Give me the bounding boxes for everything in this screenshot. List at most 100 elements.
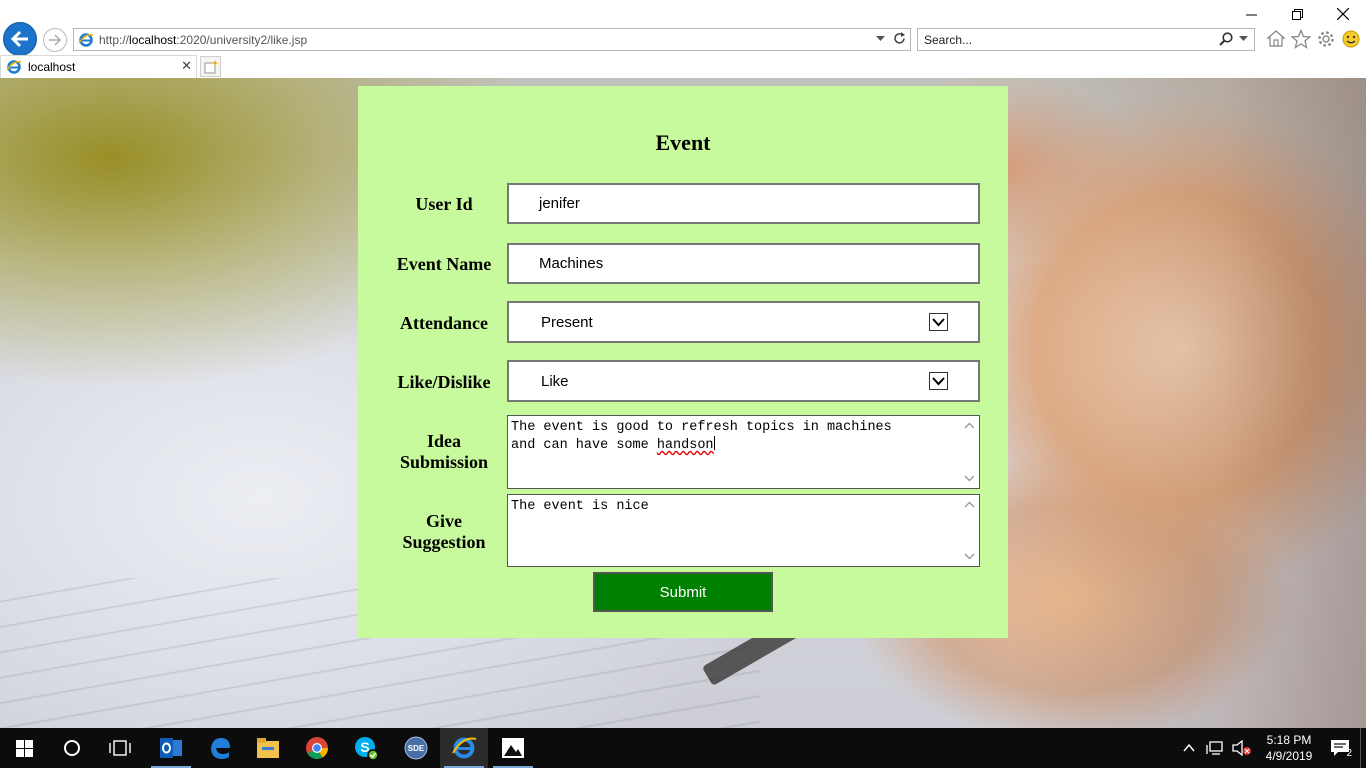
idea-label-line2: Submission xyxy=(399,452,489,472)
action-center-button[interactable]: 2 xyxy=(1320,728,1360,768)
taskbar-internet-explorer[interactable] xyxy=(440,728,488,768)
url-path: :2020/university2/like.jsp xyxy=(176,32,308,47)
idea-misspelled-word: handson xyxy=(656,438,714,453)
edge-icon xyxy=(211,738,230,759)
forward-button[interactable] xyxy=(43,28,67,52)
address-bar[interactable]: http://localhost:2020/university2/like.j… xyxy=(73,28,911,51)
show-desktop-button[interactable] xyxy=(1360,728,1366,768)
chevron-down-icon[interactable] xyxy=(876,35,885,42)
taskbar-skype[interactable]: S xyxy=(342,728,390,768)
scroll-up-icon[interactable] xyxy=(964,422,975,429)
textarea-scrollbar[interactable] xyxy=(962,422,976,482)
chevron-up-icon[interactable] xyxy=(1182,741,1196,755)
event-form: Event User Id jenifer Event Name Machine… xyxy=(358,86,1008,638)
new-tab-button[interactable] xyxy=(200,56,221,77)
attendance-label: Attendance xyxy=(400,313,488,333)
close-tab-icon[interactable]: ✕ xyxy=(181,59,192,73)
skype-icon: S xyxy=(355,737,379,761)
cortana-button[interactable] xyxy=(48,728,96,768)
give-suggestion-textarea[interactable]: The event is nice xyxy=(507,494,980,567)
suggestion-label-line1: Give xyxy=(426,511,462,531)
system-tray: 5:18 PM 4/9/2019 2 xyxy=(1182,728,1366,768)
volume-muted-icon[interactable] xyxy=(1232,740,1252,756)
system-clock[interactable]: 5:18 PM 4/9/2019 xyxy=(1258,732,1320,764)
scroll-up-icon[interactable] xyxy=(964,501,975,508)
browser-chrome: http://localhost:2020/university2/like.j… xyxy=(0,0,1366,78)
close-window-icon[interactable] xyxy=(1320,0,1366,28)
taskbar-photos[interactable] xyxy=(489,728,537,768)
taskbar-outlook[interactable] xyxy=(147,728,195,768)
idea-submission-label: Idea Submission xyxy=(378,431,510,473)
outlook-icon xyxy=(160,738,182,758)
textarea-scrollbar[interactable] xyxy=(962,501,976,560)
refresh-icon[interactable] xyxy=(893,32,906,45)
user-id-label: User Id xyxy=(415,194,473,214)
attendance-value: Present xyxy=(541,313,593,331)
url-host: localhost xyxy=(129,32,177,47)
taskbar-sde[interactable]: SDE xyxy=(392,728,440,768)
file-explorer-icon xyxy=(257,738,279,758)
url-text[interactable]: http://localhost:2020/university2/like.j… xyxy=(99,33,307,47)
browser-tab[interactable]: localhost ✕ xyxy=(0,55,197,78)
like-dislike-label: Like/Dislike xyxy=(397,372,491,392)
user-id-field[interactable]: jenifer xyxy=(507,183,980,224)
page-viewport: Event User Id jenifer Event Name Machine… xyxy=(0,78,1366,728)
start-button[interactable] xyxy=(0,728,48,768)
clock-date: 4/9/2019 xyxy=(1265,749,1313,763)
search-box[interactable] xyxy=(917,28,1255,51)
new-tab-icon xyxy=(204,59,218,73)
attendance-select[interactable]: Present xyxy=(507,301,980,343)
feedback-smiley-icon[interactable] xyxy=(1341,29,1361,49)
arrow-right-icon xyxy=(49,34,62,46)
taskbar-edge[interactable] xyxy=(196,728,244,768)
idea-submission-textarea[interactable]: The event is good to refresh topics in m… xyxy=(507,415,980,489)
back-button[interactable] xyxy=(3,22,37,56)
suggestion-label-line2: Suggestion xyxy=(402,532,486,552)
task-view-icon xyxy=(109,740,131,756)
idea-label-line1: Idea xyxy=(426,431,461,451)
tab-title: localhost xyxy=(28,60,76,74)
sde-icon: SDE xyxy=(404,736,428,760)
taskbar-chrome[interactable] xyxy=(293,728,341,768)
internet-explorer-icon xyxy=(78,32,94,47)
arrow-left-icon xyxy=(10,30,28,48)
dropdown-arrow-icon[interactable] xyxy=(929,313,948,331)
notification-count: 2 xyxy=(1346,748,1352,759)
settings-gear-icon[interactable] xyxy=(1316,29,1336,49)
clock-time: 5:18 PM xyxy=(1266,733,1312,747)
task-view-button[interactable] xyxy=(96,728,144,768)
suggestion-text: The event is nice xyxy=(511,499,649,514)
scroll-down-icon[interactable] xyxy=(964,475,975,482)
internet-explorer-icon xyxy=(6,60,22,74)
search-input[interactable] xyxy=(924,32,1204,47)
window-controls xyxy=(1228,0,1366,28)
scroll-down-icon[interactable] xyxy=(964,553,975,560)
event-name-value: Machines xyxy=(539,255,604,272)
text-caret xyxy=(713,436,715,450)
background-hand xyxy=(1010,78,1366,728)
restore-icon[interactable] xyxy=(1274,0,1320,28)
home-icon[interactable] xyxy=(1266,29,1286,49)
internet-explorer-icon xyxy=(452,737,477,759)
form-title: Event xyxy=(655,130,711,155)
windows-taskbar: S SDE 5:18 PM 4/9/2019 2 xyxy=(0,728,1366,768)
chrome-icon xyxy=(306,737,328,759)
submit-button[interactable]: Submit xyxy=(593,572,773,612)
start-icon xyxy=(15,739,33,757)
minimize-icon[interactable] xyxy=(1228,0,1274,28)
event-name-label: Event Name xyxy=(396,254,492,274)
search-icon[interactable] xyxy=(1219,32,1233,46)
dropdown-arrow-icon[interactable] xyxy=(929,372,948,390)
event-name-field[interactable]: Machines xyxy=(507,243,980,284)
url-prefix: http:// xyxy=(99,32,130,47)
like-dislike-value: Like xyxy=(541,372,569,390)
network-icon[interactable] xyxy=(1206,740,1224,756)
photos-icon xyxy=(502,738,524,758)
user-id-value: jenifer xyxy=(539,195,580,212)
favorites-star-icon[interactable] xyxy=(1291,29,1311,49)
like-dislike-select[interactable]: Like xyxy=(507,360,980,402)
chevron-down-icon[interactable] xyxy=(1239,36,1248,42)
cortana-icon xyxy=(64,740,80,756)
taskbar-file-explorer[interactable] xyxy=(244,728,292,768)
svg-text:SDE: SDE xyxy=(408,744,425,753)
